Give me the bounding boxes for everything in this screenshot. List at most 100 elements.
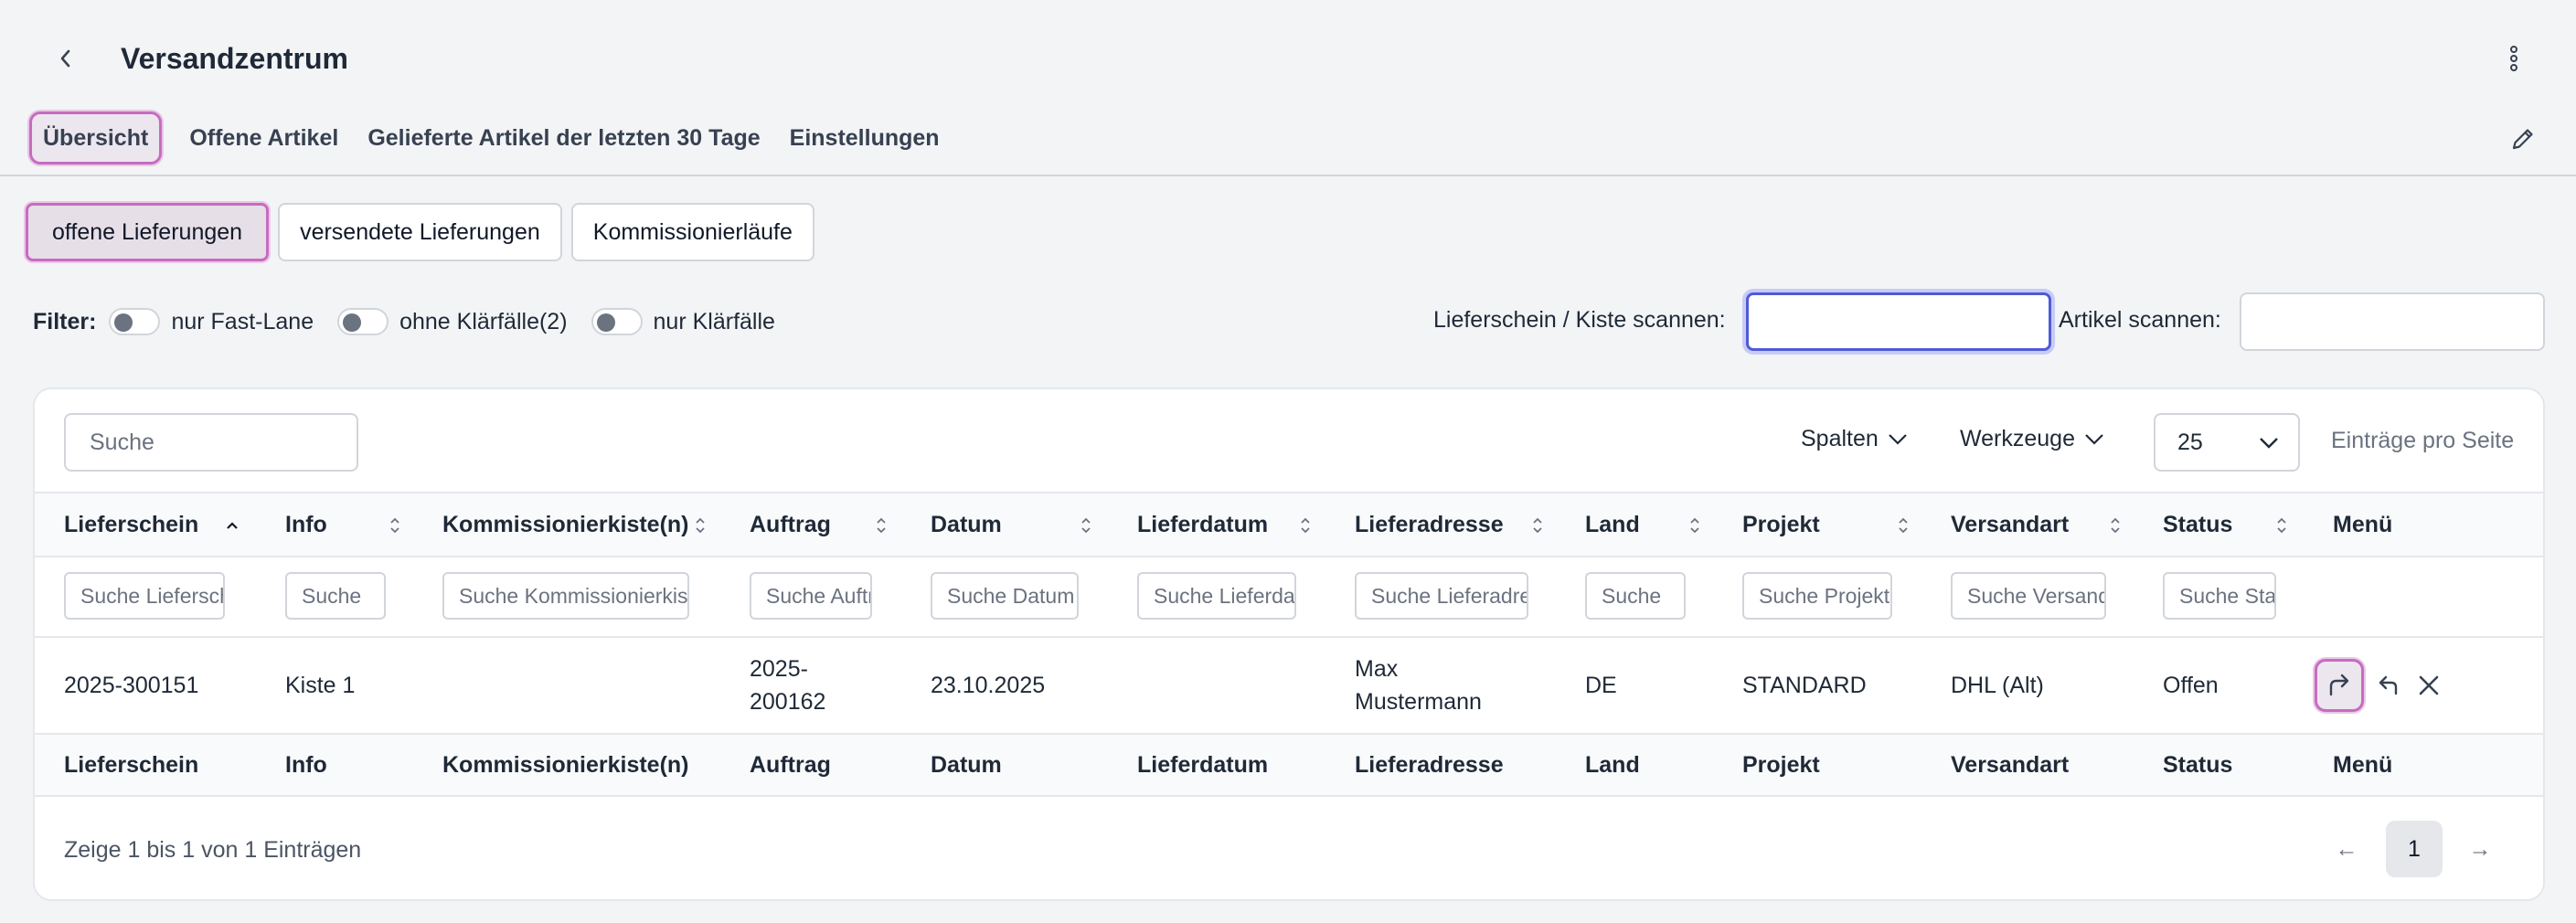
tab-einstellungen[interactable]: Einstellungen [779,110,951,166]
toggle-ohne-klaerfaelle[interactable] [337,308,389,335]
undo-arrow-icon [2379,675,2398,695]
scan-article-input[interactable] [2240,292,2545,351]
filter-versandart-input[interactable]: Suche Versandart [1951,572,2106,620]
row-actions [2315,658,2444,713]
prev-page-button[interactable]: ← [2318,821,2375,877]
col-footer-datum: Datum [931,751,1002,778]
cell-lieferschein: 2025-300151 [64,672,199,698]
col-header-projekt[interactable]: Projekt [1742,493,1820,556]
sort-icon[interactable] [1686,514,1704,537]
col-header-lieferadresse[interactable]: Lieferadresse [1355,493,1504,556]
sort-icon[interactable] [872,514,890,537]
col-footer-projekt: Projekt [1742,751,1820,778]
filter-lieferdatum-input[interactable]: Suche Lieferdatum [1137,572,1296,620]
sort-icon[interactable] [691,514,709,537]
back-button[interactable] [48,40,84,77]
scan-delivery-label: Lieferschein / Kiste scannen: [1433,307,1726,333]
sort-icon[interactable] [1528,514,1547,537]
delivery-subtabs: offene Lieferungen versendete Lieferunge… [26,203,814,261]
col-header-datum[interactable]: Datum [931,493,1002,556]
cell-lieferadresse: Max Mustermann [1355,638,1482,733]
col-header-land[interactable]: Land [1585,493,1640,556]
columns-dropdown[interactable]: Spalten [1801,426,1908,452]
chevron-down-icon [1889,433,1907,445]
table-header-row: Lieferschein Info Kommissionierkiste(n) … [35,492,2543,556]
col-footer-versandart: Versandart [1951,751,2070,778]
cell-land: DE [1585,672,1617,698]
table-filter-row: Suche Lieferschein Suche Suche Kommissio… [35,556,2543,636]
filter-status-input[interactable]: Suche Status [2163,572,2276,620]
deliveries-card: Suche Spalten Werkzeuge 25 Einträge pro … [33,387,2545,901]
filter-lieferschein-input[interactable]: Suche Lieferschein [64,572,225,620]
forward-action-button[interactable] [2315,659,2364,712]
subtab-versendete-lieferungen[interactable]: versendete Lieferungen [278,203,562,261]
col-footer-auftrag: Auftrag [750,751,831,778]
edit-button[interactable] [2505,121,2541,157]
subtab-kommissionierlaeufe[interactable]: Kommissionierläufe [570,203,814,261]
col-header-lieferschein[interactable]: Lieferschein [64,493,198,556]
col-footer-status: Status [2163,751,2233,778]
table-search-input[interactable]: Suche [64,413,358,472]
filter-label: Filter: [33,308,97,334]
filter-auftrag-input[interactable]: Suche Auftrag [750,572,872,620]
col-footer-kommissionierkiste: Kommissionierkiste(n) [442,751,689,778]
toggle-fast-lane[interactable] [109,308,161,335]
columns-dropdown-label: Spalten [1801,426,1879,451]
col-header-versandart[interactable]: Versandart [1951,493,2069,556]
sort-asc-icon[interactable] [223,514,241,537]
tools-dropdown[interactable]: Werkzeuge [1960,426,2104,452]
sort-icon[interactable] [1894,514,1912,537]
kebab-menu-icon [2510,46,2517,71]
cancel-action-button[interactable] [2413,658,2444,713]
col-header-kommissionierkiste[interactable]: Kommissionierkiste(n) [442,493,689,556]
filter-info-input[interactable]: Suche [285,572,386,620]
cell-info: Kiste 1 [285,672,356,698]
col-header-auftrag[interactable]: Auftrag [750,493,831,556]
arrow-left-icon: ← [2335,835,2358,862]
tab-divider [0,175,2576,176]
pagination-info: Zeige 1 bis 1 von 1 Einträgen [64,837,362,863]
pencil-icon [2512,129,2533,150]
toggle-fast-lane-label: nur Fast-Lane [171,308,314,334]
tab-offene-artikel[interactable]: Offene Artikel [178,110,349,166]
page-size-value: 25 [2177,429,2203,455]
sort-icon[interactable] [2106,514,2124,537]
col-footer-menue: Menü [2333,751,2393,778]
page-size-select[interactable]: 25 [2154,413,2300,472]
cell-adresse-line1: Max [1355,656,1399,682]
col-header-lieferdatum[interactable]: Lieferdatum [1137,493,1268,556]
toggle-ohne-klaerfaelle-label: ohne Klärfälle(2) [399,308,568,334]
toggle-nur-klaerfaelle[interactable] [591,308,643,335]
scan-delivery-input[interactable] [1746,292,2051,351]
sort-icon[interactable] [1077,514,1095,537]
filter-land-input[interactable]: Suche [1585,572,1686,620]
sort-icon[interactable] [2273,514,2291,537]
sort-icon[interactable] [386,514,404,537]
more-options-button[interactable] [2496,40,2532,77]
close-icon [2419,675,2439,695]
filter-lieferadresse-input[interactable]: Suche Lieferadresse [1355,572,1528,620]
tab-gelieferte-artikel[interactable]: Gelieferte Artikel der letzten 30 Tage [357,110,771,166]
toggle-nur-klaerfaelle-label: nur Klärfälle [653,308,775,334]
arrow-right-icon: → [2468,835,2492,862]
col-header-info[interactable]: Info [285,493,327,556]
sort-icon[interactable] [1296,514,1315,537]
filter-kommissionierkiste-input[interactable]: Suche Kommissionierkiste [442,572,689,620]
reply-action-button[interactable] [2373,658,2404,713]
tab-uebersicht[interactable]: Übersicht [29,111,163,164]
col-footer-lieferadresse: Lieferadresse [1355,751,1504,778]
col-footer-info: Info [285,751,327,778]
subtab-offene-lieferungen[interactable]: offene Lieferungen [26,203,270,261]
deliveries-table: Lieferschein Info Kommissionierkiste(n) … [35,492,2543,797]
page-1-button[interactable]: 1 [2386,821,2443,877]
table-footer-row: Lieferschein Info Kommissionierkiste(n) … [35,733,2543,797]
filter-projekt-input[interactable]: Suche Projekt [1742,572,1892,620]
cell-versandart: DHL (Alt) [1951,672,2044,698]
next-page-button[interactable]: → [2452,821,2508,877]
col-header-status[interactable]: Status [2163,493,2232,556]
filter-row: Filter: nur Fast-Lane ohne Klärfälle(2) … [33,303,799,340]
table-row[interactable]: 2025-300151 Kiste 1 2025- 200162 23.10.2… [35,636,2543,733]
cell-status: Offen [2163,672,2219,698]
chevron-down-icon [2260,438,2278,449]
filter-datum-input[interactable]: Suche Datum [931,572,1079,620]
